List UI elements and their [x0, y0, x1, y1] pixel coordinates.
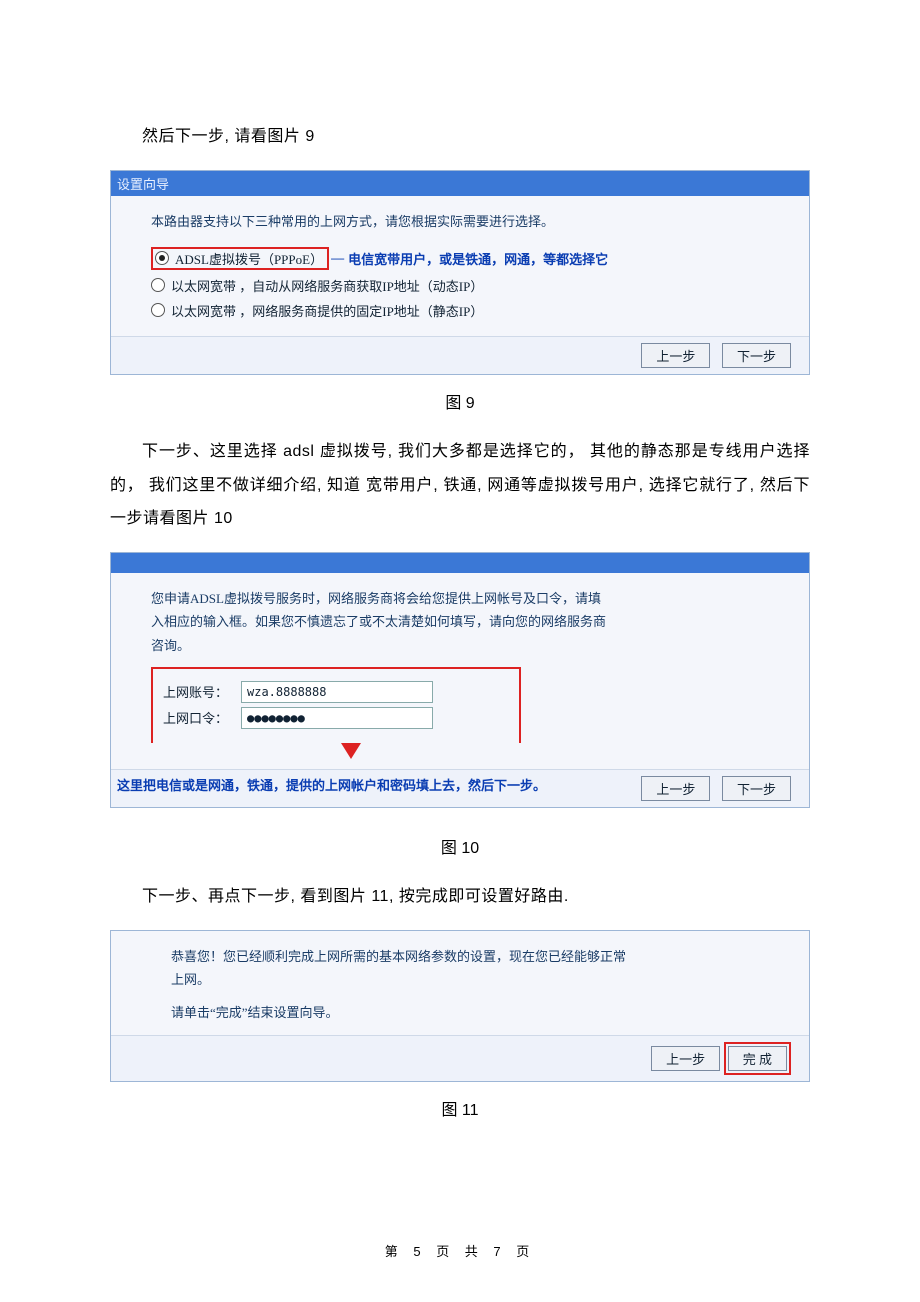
next-button[interactable]: 下一步: [722, 343, 791, 368]
highlight-box: ADSL虚拟拨号（PPPoE）: [151, 247, 329, 270]
paragraph-before-fig11: 下一步、再点下一步, 看到图片 11, 按完成即可设置好路由.: [110, 880, 810, 914]
finish-button[interactable]: 完 成: [728, 1046, 787, 1071]
radio-option-dynamic[interactable]: 以太网宽带 ，自动从网络服务商获取IP地址（动态IP）: [151, 276, 787, 295]
wizard-button-bar: 上一步 完 成: [111, 1035, 809, 1081]
callout-text: 这里把电信或是网通，铁通，提供的上网帐户和密码填上去，然后下一步。: [111, 776, 547, 797]
account-input[interactable]: wza.8888888: [241, 681, 433, 703]
radio-label: 以太网宽带 ，自动从网络服务商获取IP地址（动态IP）: [171, 276, 483, 295]
radio-option-static[interactable]: 以太网宽带 ，网络服务商提供的固定IP地址（静态IP）: [151, 301, 787, 320]
callout-arrow-icon: [341, 743, 361, 759]
wizard-instruction: 您申请ADSL虚拟拨号服务时，网络服务商将会给您提供上网帐号及口令，请填入相应的…: [151, 587, 611, 657]
figure-9-wizard: 设置向导 本路由器支持以下三种常用的上网方式，请您根据实际需要进行选择。 ADS…: [110, 170, 810, 375]
wizard-titlebar: [111, 553, 809, 573]
radio-label: ADSL虚拟拨号（PPPoE）: [175, 249, 323, 268]
password-input[interactable]: ●●●●●●●●: [241, 707, 433, 729]
paragraph-before-fig10: 下一步、这里选择 adsl 虚拟拨号, 我们大多都是选择它的， 其他的静态那是专…: [110, 435, 810, 536]
next-button[interactable]: 下一步: [722, 776, 791, 801]
annotation-text: 电信宽带用户，或是铁通，网通，等都选择它: [348, 249, 608, 268]
caption-fig9: 图 9: [110, 389, 810, 413]
page-footer: 第 5 页 共 7 页: [0, 1241, 920, 1260]
wizard-button-bar: 上一步 下一步: [111, 336, 809, 374]
annotation-dash-icon: —: [331, 250, 344, 266]
wizard-button-bar: 这里把电信或是网通，铁通，提供的上网帐户和密码填上去，然后下一步。 上一步 下一…: [111, 769, 809, 807]
wizard-titlebar: 设置向导: [111, 171, 809, 196]
figure-10-wizard: 您申请ADSL虚拟拨号服务时，网络服务商将会给您提供上网帐号及口令，请填入相应的…: [110, 552, 810, 808]
wizard-line1: 恭喜您！您已经顺利完成上网所需的基本网络参数的设置，现在您已经能够正常上网。: [171, 945, 631, 992]
radio-icon: [155, 251, 169, 265]
credentials-highlight-box: 上网账号： wza.8888888 上网口令： ●●●●●●●●: [151, 667, 521, 743]
prev-button[interactable]: 上一步: [651, 1046, 720, 1071]
paragraph-intro-9: 然后下一步, 请看图片 9: [110, 120, 810, 154]
password-row: 上网口令： ●●●●●●●●: [163, 707, 503, 729]
password-label: 上网口令：: [163, 708, 241, 727]
radio-icon: [151, 303, 165, 317]
caption-fig11: 图 11: [110, 1096, 810, 1120]
radio-icon: [151, 278, 165, 292]
radio-label: 以太网宽带 ，网络服务商提供的固定IP地址（静态IP）: [171, 301, 483, 320]
account-row: 上网账号： wza.8888888: [163, 681, 503, 703]
prev-button[interactable]: 上一步: [641, 343, 710, 368]
prev-button[interactable]: 上一步: [641, 776, 710, 801]
wizard-line2: 请单击“完成”结束设置向导。: [171, 1001, 631, 1024]
wizard-instruction: 本路由器支持以下三种常用的上网方式，请您根据实际需要进行选择。: [151, 210, 611, 233]
finish-highlight-box: 完 成: [724, 1042, 791, 1075]
account-label: 上网账号：: [163, 682, 241, 701]
radio-option-pppoe[interactable]: ADSL虚拟拨号（PPPoE） — 电信宽带用户，或是铁通，网通，等都选择它: [151, 247, 787, 270]
caption-fig10: 图 10: [110, 834, 810, 858]
figure-11-wizard: 恭喜您！您已经顺利完成上网所需的基本网络参数的设置，现在您已经能够正常上网。 请…: [110, 930, 810, 1082]
